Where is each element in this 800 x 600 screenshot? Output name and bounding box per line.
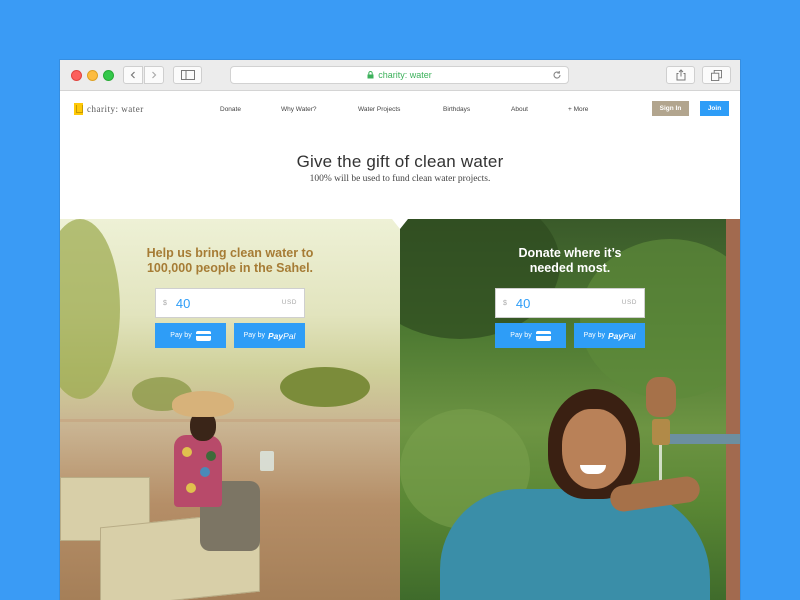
pay-paypal-label: Pay by xyxy=(243,332,265,339)
address-bar[interactable]: charity: water xyxy=(230,66,569,84)
tabs-icon xyxy=(711,69,722,81)
boy-shirt xyxy=(174,435,222,507)
back-button[interactable] xyxy=(123,66,143,84)
pay-card-label: Pay by xyxy=(170,332,192,339)
credit-card-icon xyxy=(535,330,551,341)
donation-amount-input[interactable]: $ 40 USD xyxy=(495,288,645,318)
tree-image xyxy=(280,367,370,407)
forward-icon xyxy=(152,71,157,79)
pay-by-card-button[interactable]: Pay by xyxy=(495,323,566,348)
site-header: charity: water Donate Why Water? Water P… xyxy=(60,91,740,128)
foliage-image xyxy=(400,219,560,339)
campaign-title-line2: 100,000 people in the Sahel. xyxy=(146,261,314,275)
page-title: Give the gift of clean water xyxy=(296,152,504,171)
share-icon xyxy=(676,69,685,81)
address-text: charity: water xyxy=(378,70,432,80)
panel-notch xyxy=(392,219,408,229)
nav-more[interactable]: + More xyxy=(568,106,588,113)
paypal-logo-pal: Pal xyxy=(623,330,636,341)
jerry-can-icon xyxy=(74,103,83,115)
currency-code: USD xyxy=(621,299,637,306)
forward-button[interactable] xyxy=(144,66,164,84)
paypal-logo: PayPal xyxy=(268,331,295,341)
donation-panels: Help us bring clean water to 100,000 peo… xyxy=(60,219,740,600)
pay-by-card-button[interactable]: Pay by xyxy=(155,323,226,348)
amount-value: 40 xyxy=(515,295,531,311)
hand-on-tap xyxy=(646,377,676,417)
campaign-title-line1: Donate where it’s xyxy=(518,246,622,260)
girl-image xyxy=(440,489,710,600)
paypal-logo: PayPal xyxy=(608,331,635,341)
sahel-campaign-panel: Help us bring clean water to 100,000 peo… xyxy=(60,219,400,600)
sidebar-icon xyxy=(180,70,195,80)
nav-donate[interactable]: Donate xyxy=(220,106,241,113)
tap-pipe xyxy=(658,434,740,444)
paypal-logo-pay: Pay xyxy=(267,330,284,341)
paypal-logo-pal: Pal xyxy=(283,330,296,341)
amount-value: 40 xyxy=(175,295,191,311)
nav-why-water[interactable]: Why Water? xyxy=(281,106,317,113)
browser-toolbar: charity: water xyxy=(60,60,740,91)
water-tap xyxy=(652,419,670,445)
maximize-window-button[interactable] xyxy=(103,70,114,81)
water-pipe xyxy=(726,219,740,600)
campaign-title-line2: needed most. xyxy=(529,261,611,275)
close-window-button[interactable] xyxy=(71,70,82,81)
currency-symbol: $ xyxy=(163,299,167,307)
browser-window: charity: water charity: water Donate Why… xyxy=(60,60,740,600)
page-subtitle: 100% will be used to fund clean water pr… xyxy=(309,174,491,184)
credit-card-icon xyxy=(195,330,211,341)
horizon xyxy=(60,419,400,422)
pay-paypal-label: Pay by xyxy=(583,332,605,339)
minimize-window-button[interactable] xyxy=(87,70,98,81)
reload-icon[interactable] xyxy=(552,70,562,80)
pay-by-paypal-button[interactable]: Pay by PayPal xyxy=(234,323,305,348)
campaign-title-line1: Help us bring clean water to xyxy=(146,246,314,260)
nav-water-projects[interactable]: Water Projects xyxy=(358,106,400,113)
girl-face xyxy=(562,409,626,489)
logo-text: charity: water xyxy=(87,104,144,114)
join-button[interactable]: Join xyxy=(700,101,729,116)
campaign-title: Donate where it’s needed most. xyxy=(400,246,740,276)
straw-hat xyxy=(172,391,234,417)
back-icon xyxy=(130,71,135,79)
site-logo[interactable]: charity: water xyxy=(74,103,144,115)
donation-amount-input[interactable]: $ 40 USD xyxy=(155,288,305,318)
water-glass xyxy=(260,451,274,471)
tabs-overview-button[interactable] xyxy=(702,66,731,84)
pay-by-paypal-button[interactable]: Pay by PayPal xyxy=(574,323,645,348)
share-button[interactable] xyxy=(666,66,695,84)
nav-birthdays[interactable]: Birthdays xyxy=(443,106,470,113)
currency-code: USD xyxy=(281,299,297,306)
nav-about[interactable]: About xyxy=(511,106,528,113)
sign-in-button[interactable]: Sign In xyxy=(652,101,689,116)
paypal-logo-pay: Pay xyxy=(607,330,624,341)
pay-card-label: Pay by xyxy=(510,332,532,339)
campaign-title: Help us bring clean water to 100,000 peo… xyxy=(60,246,400,276)
currency-symbol: $ xyxy=(503,299,507,307)
general-fund-panel: Donate where it’s needed most. $ 40 USD … xyxy=(400,219,740,600)
lock-icon xyxy=(367,71,374,79)
sidebar-toggle-button[interactable] xyxy=(173,66,202,84)
